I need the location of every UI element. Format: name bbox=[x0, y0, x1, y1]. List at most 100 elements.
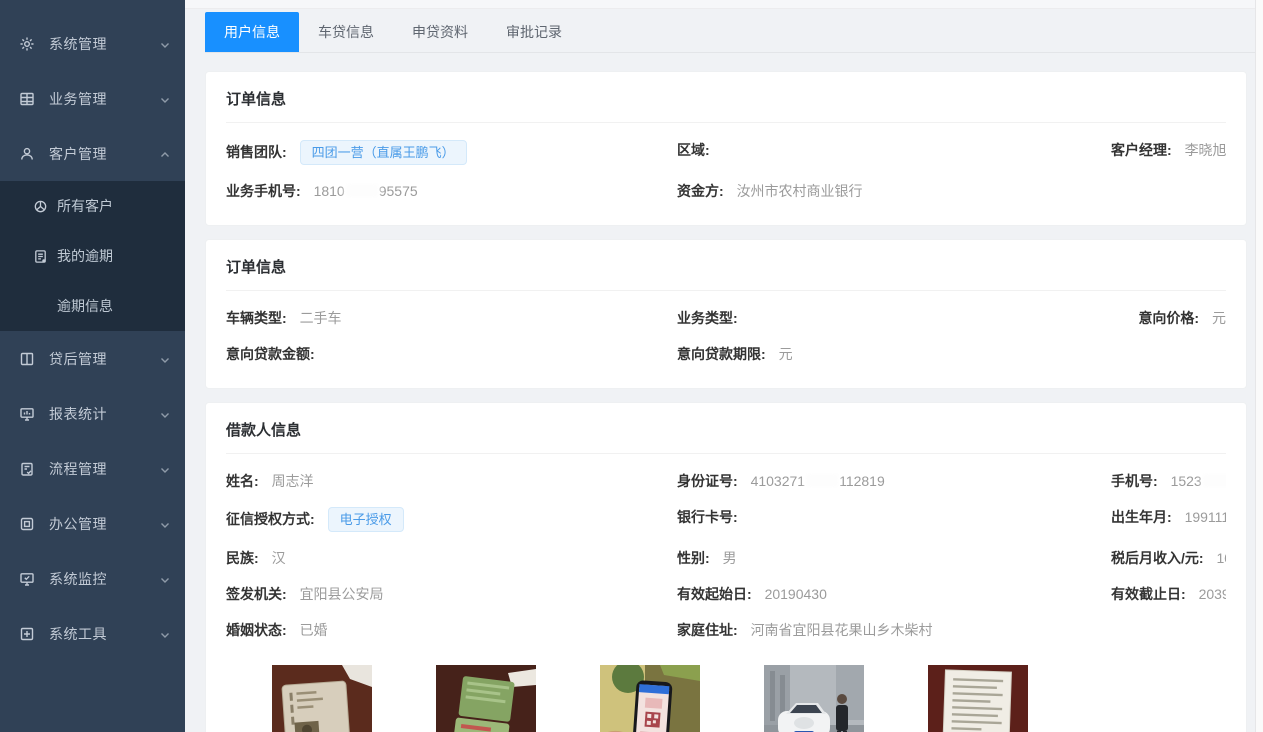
borrower-info-card: 借款人信息 姓名: 周志洋 身份证号: 4103271112819 手机号: bbox=[205, 402, 1247, 732]
sidebar-item-office-management[interactable]: 办公管理 bbox=[0, 496, 185, 551]
field-sales-team: 销售团队: 四团一营（直属王鹏飞） bbox=[226, 132, 677, 173]
chevron-down-icon bbox=[159, 518, 171, 530]
sidebar-item-label: 系统管理 bbox=[49, 34, 107, 54]
chevron-up-icon bbox=[159, 148, 171, 160]
field-valid-from: 有效起始日: 20190430 bbox=[677, 576, 1111, 612]
photo-item: 授权证明 bbox=[600, 665, 700, 732]
chevron-down-icon bbox=[159, 628, 171, 640]
field-intent-price: 意向价格: 元 bbox=[1111, 300, 1226, 336]
order-info-card: 订单信息 销售团队: 四团一营（直属王鹏飞） 区域: 客户经理: bbox=[205, 71, 1247, 226]
chevron-down-icon bbox=[159, 408, 171, 420]
sidebar: 系统管理 业务管理 客户管理 所有客户 bbox=[0, 0, 185, 732]
field-gender: 性别: 男 bbox=[677, 540, 1111, 576]
box-icon bbox=[19, 626, 35, 642]
field-name: 姓名: 周志洋 bbox=[226, 463, 677, 499]
card-title: 订单信息 bbox=[226, 86, 1226, 123]
field-business-phone: 业务手机号: 181095575 bbox=[226, 173, 677, 209]
field-marital-status: 婚姻状态: 已婚 bbox=[226, 612, 677, 648]
credit-auth-tag: 电子授权 bbox=[328, 507, 404, 532]
qr-auth-photo-thumbnail[interactable] bbox=[600, 665, 700, 732]
sidebar-item-system-tools[interactable]: 系统工具 bbox=[0, 606, 185, 661]
field-business-type: 业务类型: bbox=[677, 300, 1111, 336]
sidebar-item-postloan-management[interactable]: 贷后管理 bbox=[0, 331, 185, 386]
photo-item: 其他材料 bbox=[928, 665, 1028, 732]
field-ethnicity: 民族: 汉 bbox=[226, 540, 677, 576]
photo-item: 驾驶证照片 bbox=[436, 665, 536, 732]
photo-item: 本人照 bbox=[272, 665, 372, 732]
customer-management-submenu: 所有客户 我的逾期 逾期信息 bbox=[0, 181, 185, 331]
top-strip bbox=[185, 0, 1263, 9]
field-valid-to: 有效截止日: 20390430 bbox=[1111, 576, 1226, 612]
person-car-photo-thumbnail[interactable] bbox=[764, 665, 864, 732]
grid-icon bbox=[19, 91, 35, 107]
sales-team-tag[interactable]: 四团一营（直属王鹏飞） bbox=[300, 140, 467, 165]
monitor-check-icon bbox=[19, 571, 35, 587]
field-mobile: 手机号: 15236137 bbox=[1111, 463, 1226, 499]
field-credit-auth-method: 征信授权方式: 电子授权 bbox=[226, 499, 677, 540]
chevron-down-icon bbox=[159, 93, 171, 105]
app-window: 系统管理 业务管理 客户管理 所有客户 bbox=[0, 0, 1263, 732]
document-photos-row: 本人照 bbox=[226, 665, 1226, 732]
chevron-down-icon bbox=[159, 463, 171, 475]
sidebar-item-customer-management[interactable]: 客户管理 bbox=[0, 126, 185, 181]
clipboard-icon bbox=[19, 461, 35, 477]
sidebar-item-label: 报表统计 bbox=[49, 404, 107, 424]
loan-intent-card: 订单信息 车辆类型: 二手车 业务类型: 意向价格: 元 bbox=[205, 239, 1247, 389]
sidebar-item-system-management[interactable]: 系统管理 bbox=[0, 16, 185, 71]
sidebar-item-label: 系统监控 bbox=[49, 569, 107, 589]
monitor-icon bbox=[19, 406, 35, 422]
field-home-address: 家庭住址: 河南省宜阳县花果山乡木柴村 bbox=[677, 612, 1111, 648]
field-id-number: 身份证号: 4103271112819 bbox=[677, 463, 1111, 499]
sidebar-item-label: 业务管理 bbox=[49, 89, 107, 109]
sidebar-subitem-label: 所有客户 bbox=[57, 196, 113, 216]
sidebar-item-report-statistics[interactable]: 报表统计 bbox=[0, 386, 185, 441]
sidebar-item-label: 系统工具 bbox=[49, 624, 107, 644]
field-customer-manager: 客户经理: 李晓旭 bbox=[1111, 132, 1226, 173]
user-icon bbox=[19, 146, 35, 162]
tab-loan-application-docs[interactable]: 申贷资料 bbox=[393, 12, 487, 52]
tab-approval-records[interactable]: 审批记录 bbox=[487, 12, 581, 52]
chevron-down-icon bbox=[159, 573, 171, 585]
tab-bar: 用户信息 车贷信息 申贷资料 审批记录 bbox=[205, 12, 1263, 53]
field-birth-date: 出生年月: 19911111 bbox=[1111, 499, 1226, 540]
square-icon bbox=[19, 516, 35, 532]
field-bank-card: 银行卡号: bbox=[677, 499, 1111, 540]
tab-user-info[interactable]: 用户信息 bbox=[205, 12, 299, 52]
id-card-photo-thumbnail[interactable] bbox=[272, 665, 372, 732]
sidebar-subitem-all-customers[interactable]: 所有客户 bbox=[0, 181, 185, 231]
sidebar-item-label: 客户管理 bbox=[49, 144, 107, 164]
sidebar-item-process-management[interactable]: 流程管理 bbox=[0, 441, 185, 496]
sidebar-item-label: 贷后管理 bbox=[49, 349, 107, 369]
field-vehicle-type: 车辆类型: 二手车 bbox=[226, 300, 677, 336]
vertical-scrollbar[interactable] bbox=[1255, 0, 1263, 732]
field-monthly-income: 税后月收入/元: 10000 bbox=[1111, 540, 1226, 576]
document-photo-thumbnail[interactable] bbox=[928, 665, 1028, 732]
sidebar-item-label: 流程管理 bbox=[49, 459, 107, 479]
peoples-icon bbox=[33, 199, 48, 214]
redaction-blur bbox=[806, 474, 838, 487]
card-title: 借款人信息 bbox=[226, 417, 1226, 454]
field-funder: 资金方: 汝州市农村商业银行 bbox=[677, 173, 1111, 209]
sidebar-subitem-overdue-info[interactable]: 逾期信息 bbox=[0, 281, 185, 331]
redaction-blur bbox=[346, 184, 378, 197]
chevron-down-icon bbox=[159, 353, 171, 365]
field-intent-loan-term: 意向贷款期限: 元 bbox=[677, 336, 1111, 372]
card-title: 订单信息 bbox=[226, 254, 1226, 291]
photo-item: 人车合影 bbox=[764, 665, 864, 732]
license-photo-thumbnail[interactable] bbox=[436, 665, 536, 732]
field-intent-loan-amount: 意向贷款金额: bbox=[226, 336, 677, 372]
sidebar-subitem-label: 逾期信息 bbox=[57, 296, 113, 316]
sidebar-item-business-management[interactable]: 业务管理 bbox=[0, 71, 185, 126]
main-content: 用户信息 车贷信息 申贷资料 审批记录 订单信息 销售团队: 四团一营（直属王鹏… bbox=[185, 0, 1263, 732]
tab-panel-user-info: 订单信息 销售团队: 四团一营（直属王鹏飞） 区域: 客户经理: bbox=[185, 53, 1263, 732]
columns-icon bbox=[19, 351, 35, 367]
field-region: 区域: bbox=[677, 132, 1111, 173]
document-icon bbox=[33, 249, 48, 264]
chevron-down-icon bbox=[159, 38, 171, 50]
sidebar-subitem-my-overdue[interactable]: 我的逾期 bbox=[0, 231, 185, 281]
sidebar-item-system-monitor[interactable]: 系统监控 bbox=[0, 551, 185, 606]
redaction-blur bbox=[1203, 474, 1226, 487]
field-issuing-authority: 签发机关: 宜阳县公安局 bbox=[226, 576, 677, 612]
gear-icon bbox=[19, 36, 35, 52]
tab-car-loan-info[interactable]: 车贷信息 bbox=[299, 12, 393, 52]
